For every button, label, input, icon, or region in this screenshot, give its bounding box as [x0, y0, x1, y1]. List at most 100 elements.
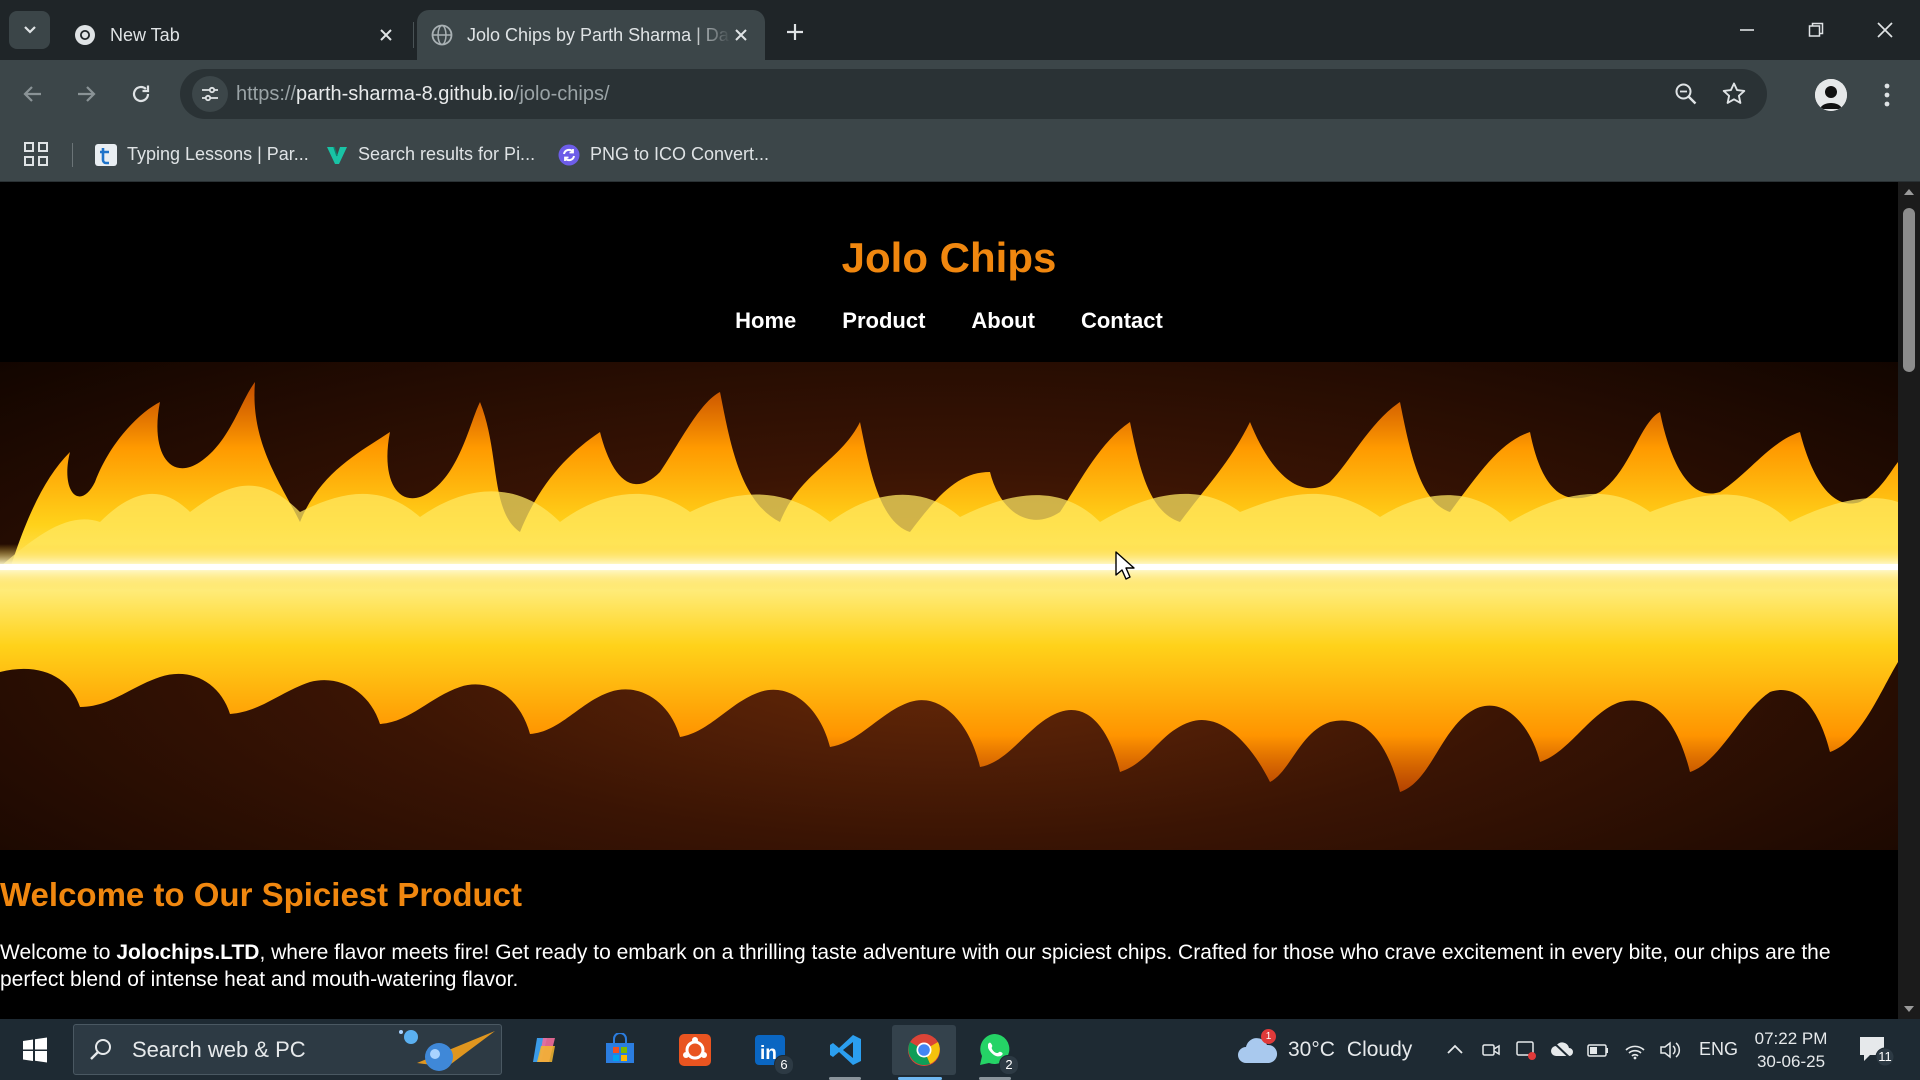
reload-button[interactable]: [121, 74, 161, 114]
taskbar-ubuntu[interactable]: [667, 1025, 723, 1075]
meet-now-tray[interactable]: [1479, 1038, 1503, 1062]
profile-avatar[interactable]: [1815, 79, 1847, 111]
bookmark-search-results[interactable]: Search results for Pi...: [326, 128, 535, 181]
arrow-left-icon: [23, 86, 41, 102]
intro-text: , where flavor meets fire! Get ready to …: [0, 941, 1831, 991]
nav-link-product[interactable]: Product: [842, 308, 925, 334]
back-button[interactable]: [13, 74, 53, 114]
taskbar-chrome[interactable]: [892, 1025, 956, 1080]
chrome-icon: [908, 1034, 940, 1066]
copilot-icon: [533, 1038, 555, 1062]
chevron-up-icon: [1447, 1044, 1463, 1054]
clock[interactable]: 07:22 PM 30-06-25: [1750, 1027, 1832, 1073]
zoom-icon[interactable]: [1673, 81, 1699, 107]
plus-icon: [787, 24, 803, 40]
taskbar-whatsapp[interactable]: 2: [967, 1025, 1023, 1080]
bookmark-star-icon[interactable]: [1721, 81, 1747, 107]
bookmarks-divider: [72, 143, 73, 167]
page-viewport: Jolo Chips Home Product About Contact We…: [0, 182, 1898, 1019]
scroll-down-arrow-icon[interactable]: [1903, 1003, 1915, 1015]
close-tab-icon[interactable]: [731, 25, 751, 45]
bookmark-label: PNG to ICO Convert...: [590, 144, 770, 164]
bookmark-typing-lessons[interactable]: Typing Lessons | Par...: [95, 128, 309, 181]
brand-name: Jolochips.LTD: [116, 941, 260, 964]
browser-menu-button[interactable]: [1872, 78, 1902, 112]
battery-icon: [1587, 1044, 1608, 1057]
fire-image: [0, 382, 1898, 792]
cloud-icon: 1: [1236, 1028, 1278, 1067]
taskbar-microsoft-store[interactable]: [592, 1025, 648, 1075]
scrollbar-thumb[interactable]: [1903, 208, 1915, 372]
vertical-scrollbar[interactable]: [1898, 182, 1920, 1019]
screen-record-tray[interactable]: [1514, 1038, 1538, 1062]
store-icon: [606, 1033, 634, 1063]
weather-widget[interactable]: 1 30°C Cloudy: [1236, 1019, 1412, 1080]
site-header: Jolo Chips Home Product About Contact: [0, 182, 1898, 362]
notification-count: 11: [1878, 1049, 1892, 1064]
chrome-icon: [75, 25, 95, 45]
wifi-icon: [1625, 1045, 1645, 1060]
url-host: parth-sharma-8.github.io: [296, 83, 514, 105]
show-hidden-icons-button[interactable]: [1443, 1038, 1467, 1062]
weather-condition: Cloudy: [1346, 1037, 1413, 1061]
taskbar-linkedin[interactable]: in 6: [742, 1025, 798, 1075]
close-window-button[interactable]: [1851, 0, 1919, 60]
cloud-offline-icon: [1551, 1041, 1573, 1060]
bookmark-label: Search results for Pi...: [358, 144, 536, 164]
tab-strip: New Tab Jolo Chips by Parth Sharma | Da: [0, 0, 1920, 60]
volume-tray[interactable]: [1658, 1038, 1682, 1062]
close-tab-icon[interactable]: [376, 25, 396, 45]
ubuntu-icon: [679, 1034, 711, 1066]
v-logo-icon: [326, 144, 348, 166]
clock-date: 30-06-25: [1756, 1052, 1826, 1071]
welcome-heading: Welcome to Our Spiciest Product: [0, 876, 522, 913]
record-icon: [1516, 1041, 1536, 1060]
site-title: Jolo Chips: [841, 234, 1057, 281]
input-language[interactable]: ENG: [1699, 1019, 1738, 1080]
chevron-down-icon: [23, 26, 36, 34]
windows-logo-icon: [23, 1037, 47, 1063]
restore-button[interactable]: [1782, 0, 1850, 60]
bookmark-png-to-ico[interactable]: PNG to ICO Convert...: [558, 128, 769, 181]
battery-tray[interactable]: [1586, 1038, 1610, 1062]
tab-new-tab[interactable]: New Tab: [60, 10, 410, 60]
nav-link-home[interactable]: Home: [735, 308, 796, 334]
camera-icon: [1482, 1044, 1500, 1056]
forward-button[interactable]: [66, 74, 106, 114]
globe-icon: [431, 24, 453, 46]
avatar-icon: [1815, 79, 1847, 111]
close-icon: [1877, 22, 1893, 38]
nav-link-about[interactable]: About: [971, 308, 1035, 334]
nav-link-contact[interactable]: Contact: [1081, 308, 1163, 334]
taskbar-vscode[interactable]: [817, 1025, 873, 1080]
arrow-right-icon: [78, 86, 96, 102]
tab-title: New Tab: [110, 24, 180, 45]
minimize-button[interactable]: [1713, 0, 1781, 60]
taskbar-copilot[interactable]: [517, 1025, 573, 1075]
wifi-tray[interactable]: [1623, 1038, 1647, 1062]
notification-center-button[interactable]: 11: [1856, 1033, 1896, 1067]
scroll-up-arrow-icon[interactable]: [1903, 186, 1915, 198]
taskbar-search-box[interactable]: Search web & PC: [73, 1024, 502, 1075]
speaker-icon: [1660, 1041, 1681, 1059]
url-text[interactable]: https://parth-sharma-8.github.io/jolo-ch…: [236, 69, 610, 119]
address-bar[interactable]: https://parth-sharma-8.github.io/jolo-ch…: [180, 69, 1767, 119]
new-tab-button[interactable]: [778, 15, 812, 49]
tune-icon: [202, 86, 218, 102]
converter-icon: [558, 144, 580, 166]
onedrive-tray[interactable]: [1550, 1038, 1574, 1062]
bookmarks-bar: Typing Lessons | Par... Search results f…: [0, 128, 1920, 182]
browser-toolbar: https://parth-sharma-8.github.io/jolo-ch…: [0, 60, 1920, 128]
vscode-icon: [830, 1035, 861, 1065]
minimize-icon: [1740, 29, 1754, 31]
search-icon: [90, 1039, 111, 1060]
linkedin-badge: 6: [774, 1055, 794, 1075]
site-info-button[interactable]: [192, 76, 228, 112]
start-button[interactable]: [12, 1031, 58, 1069]
tab-search-button[interactable]: [9, 11, 50, 49]
more-vertical-icon: [1884, 83, 1890, 107]
apps-grid-icon[interactable]: [23, 141, 49, 167]
tab-jolo-chips[interactable]: Jolo Chips by Parth Sharma | Da: [417, 10, 765, 60]
windows-taskbar: Search web & PC in 6 2 1 30°C Cloudy ENG…: [0, 1019, 1920, 1080]
site-nav: Home Product About Contact: [0, 308, 1898, 334]
